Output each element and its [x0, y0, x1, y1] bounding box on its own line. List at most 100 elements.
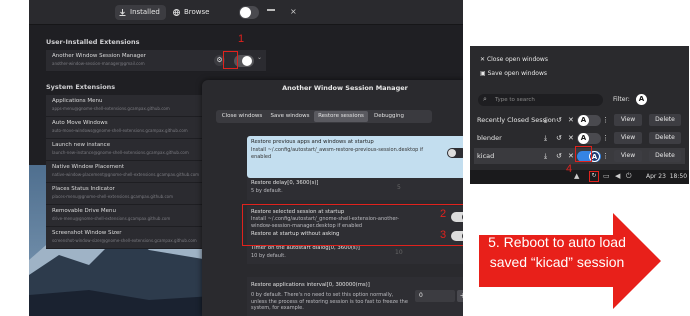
extension-id: auto-move-windows@gnome-shell-extensions…: [52, 128, 188, 133]
system-section-title: System Extensions: [46, 83, 116, 91]
user-section-title: User-Installed Extensions: [46, 38, 140, 46]
session-name: kicad: [477, 152, 495, 160]
global-extensions-toggle[interactable]: [239, 6, 259, 19]
extension-name: Launch new instance: [52, 142, 111, 148]
autostart-switch[interactable]: A: [577, 115, 601, 126]
network-icon: ▭: [603, 172, 610, 180]
delete-button[interactable]: Delete: [649, 132, 681, 144]
dialog-title: Another Window Session Manager: [282, 84, 408, 92]
extension-name: Screenshot Window Sizer: [52, 230, 122, 236]
extension-id: native-window-placement@gnome-shell-exte…: [52, 172, 200, 177]
tab-restore-sessions[interactable]: Restore sessions: [314, 111, 368, 122]
annotation-number-2: 2: [440, 208, 447, 220]
chevron-down-icon[interactable]: ⌄: [257, 54, 262, 61]
restore-icon[interactable]: ⤓: [544, 151, 547, 161]
search-placeholder: Type to search: [495, 97, 535, 103]
tab-close-windows[interactable]: Close windows: [218, 111, 266, 122]
preferences-dialog: Another Window Session Manager Close win…: [202, 80, 463, 316]
filter-autostart-badge[interactable]: A: [636, 94, 647, 105]
tab-browse[interactable]: Browse: [169, 5, 216, 20]
interval-title: Restore applications interval[0, 300000(…: [251, 282, 370, 288]
clock[interactable]: Apr 23 18:50: [646, 173, 687, 180]
restore-icon[interactable]: ⤓: [544, 133, 547, 143]
extension-name: Places Status Indicator: [52, 186, 115, 192]
restore-icon[interactable]: ⤓: [544, 115, 547, 125]
extension-id: apps-menu@gnome-shell-extensions.gcampax…: [52, 106, 170, 111]
top-bar: ▲ ↻ ▭ ◀ ⏻ Apr 23 18:50: [470, 170, 689, 184]
restore-previous-title: Restore previous apps and windows at sta…: [251, 139, 374, 145]
menu-save-open-windows[interactable]: ▣ Save open windows: [480, 70, 547, 77]
autostart-badge: A: [578, 115, 589, 126]
delete-button[interactable]: Delete: [649, 114, 681, 126]
more-icon[interactable]: ⋮: [602, 151, 609, 161]
extension-id: places-menu@gnome-shell-extensions.gcamp…: [52, 194, 173, 199]
extensions-window: Installed Browse × User-Installed Extens…: [29, 0, 463, 316]
close-icon: ✕: [480, 56, 487, 63]
more-icon[interactable]: ⋮: [602, 133, 609, 143]
restore-previous-desc: Install ~/.config/autostart/_awsm-restor…: [251, 147, 424, 160]
extension-name: Removable Drive Menu: [52, 208, 116, 214]
download-icon: [119, 9, 126, 16]
save-icon: ▣: [480, 70, 488, 77]
restore-delay-row: Restore delay[0, 3600(s)] 5 by default. …: [247, 178, 463, 200]
timer-row: Timer on the autostart dialog[0, 3600(s)…: [247, 244, 463, 264]
extension-name: Auto Move Windows: [52, 120, 108, 126]
autostart-badge: A: [578, 133, 589, 144]
tab-save-windows[interactable]: Save windows: [268, 111, 312, 122]
session-row[interactable]: Recently Closed Session ⤓ ↺ ✕ A ⋮ View Delete: [474, 112, 685, 128]
session-row[interactable]: blender ⤓ ↺ ✕ A ⋮ View Delete: [474, 130, 685, 146]
volume-icon: ◀: [615, 172, 621, 180]
delete-button[interactable]: Delete: [649, 150, 681, 162]
tab-debugging[interactable]: Debugging: [370, 111, 408, 122]
annotation-number-4: 4: [566, 163, 573, 175]
annotation-number-1: 1: [238, 33, 245, 45]
timer-desc: 10 by default.: [251, 253, 286, 259]
timer-value[interactable]: 10: [395, 249, 403, 256]
restore-previous-row: Restore previous apps and windows at sta…: [247, 136, 463, 178]
arrow-caption: 5. Reboot to auto load saved “kicad” ses…: [486, 232, 628, 272]
move-icon[interactable]: ↺: [556, 115, 562, 125]
session-tray-icon[interactable]: ↻: [589, 171, 599, 182]
move-icon[interactable]: ↺: [556, 151, 562, 161]
search-icon: ⌕: [483, 95, 487, 103]
close-window-icon[interactable]: ×: [290, 7, 299, 16]
tab-installed[interactable]: Installed: [115, 5, 166, 20]
menu-icon[interactable]: [267, 9, 275, 11]
header-bar: Installed Browse ×: [29, 0, 463, 25]
extension-id: screenshot-window-sizer@gnome-shell-exte…: [52, 238, 197, 243]
timer-title: Timer on the autostart dialog[0, 3600(s)…: [251, 245, 360, 251]
autostart-switch[interactable]: A: [577, 133, 601, 144]
interval-input[interactable]: 0: [415, 290, 455, 302]
search-input[interactable]: ⌕ Type to search: [478, 94, 603, 106]
interval-plus-button[interactable]: +: [457, 290, 463, 302]
extension-name: Applications Menu: [52, 98, 103, 104]
menu-close-open-windows[interactable]: ✕ Close open windows: [480, 56, 548, 63]
power-icon[interactable]: ⏻: [626, 172, 632, 181]
view-button[interactable]: View: [614, 150, 642, 162]
close-session-icon[interactable]: ✕: [568, 151, 574, 161]
restore-delay-title: Restore delay[0, 3600(s)]: [251, 180, 319, 186]
close-session-icon[interactable]: ✕: [568, 115, 574, 125]
annotation-box-1: [223, 51, 238, 69]
view-button[interactable]: View: [614, 114, 642, 126]
annotation-number-3: 3: [440, 229, 447, 241]
session-name: blender: [477, 134, 502, 142]
tray-icon-up[interactable]: ▲: [574, 172, 579, 180]
extension-id: launch-new-instance@gnome-shell-extensio…: [52, 150, 189, 155]
move-icon[interactable]: ↺: [556, 133, 562, 143]
more-icon[interactable]: ⋮: [602, 115, 609, 125]
arrow-caption-line2: saved “kicad” session: [489, 254, 625, 270]
extension-id: drive-menu@gnome-shell-extensions.gcampa…: [52, 216, 171, 221]
dialog-tabbar: Close windows Save windows Restore sessi…: [216, 110, 432, 123]
close-session-icon[interactable]: ✕: [568, 133, 574, 143]
restore-delay-value[interactable]: 5: [397, 184, 401, 191]
interval-row: Restore applications interval[0, 300000(…: [247, 277, 463, 316]
restore-delay-desc: 5 by default.: [251, 188, 283, 194]
extension-name: Native Window Placement: [52, 164, 124, 170]
arrow-caption-line1: 5. Reboot to auto load: [488, 234, 626, 250]
annotation-box-2-3: [242, 204, 463, 246]
interval-desc: 0 by default. There's no need to set thi…: [251, 292, 408, 311]
filter-label: Filter:: [613, 96, 630, 103]
view-button[interactable]: View: [614, 132, 642, 144]
restore-previous-switch[interactable]: [447, 148, 463, 158]
